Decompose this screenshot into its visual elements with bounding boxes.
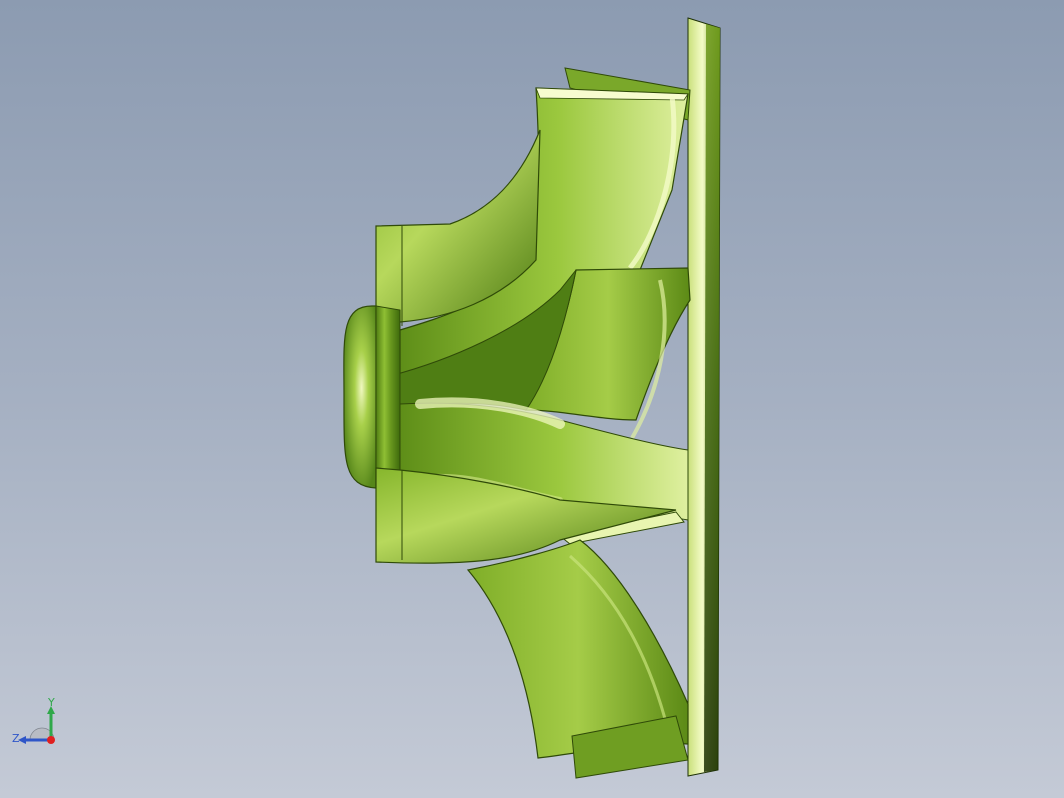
axis-triad: Y Z	[12, 696, 55, 745]
x-axis-dot	[47, 736, 55, 744]
y-axis-label: Y	[47, 696, 55, 709]
graphics-viewport[interactable]: Y Z	[0, 0, 1064, 798]
impeller-3d-model[interactable]	[0, 0, 1064, 798]
z-axis-label: Z	[12, 732, 20, 745]
